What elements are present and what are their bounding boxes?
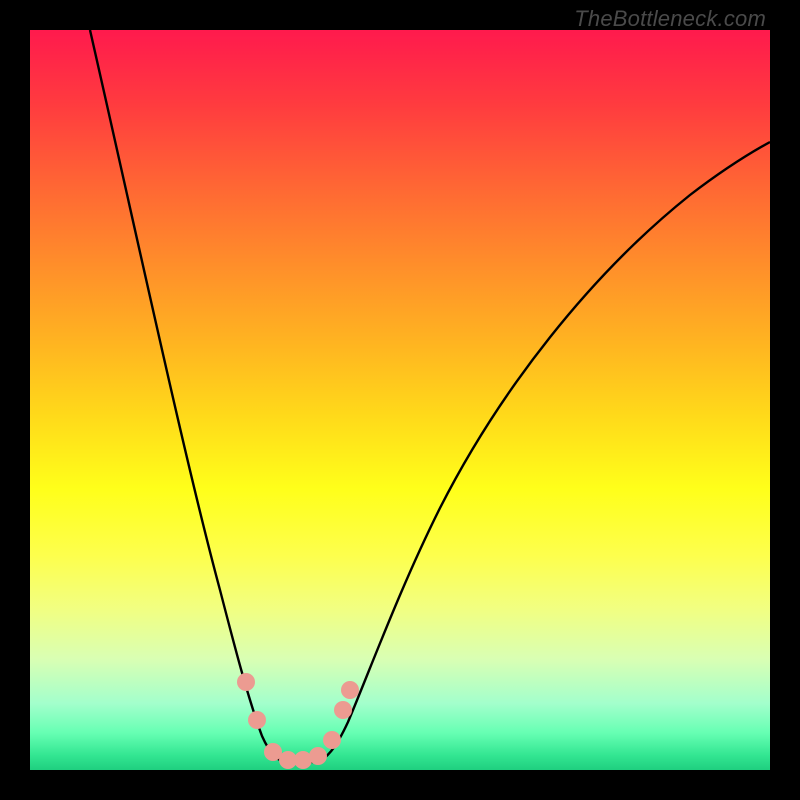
curve-right	[316, 142, 770, 762]
curve-left	[90, 30, 288, 762]
marker-dot	[334, 701, 352, 719]
curve-layer	[30, 30, 770, 770]
marker-dot	[248, 711, 266, 729]
plot-area	[30, 30, 770, 770]
marker-dot	[341, 681, 359, 699]
chart-frame: TheBottleneck.com	[0, 0, 800, 800]
marker-dot	[309, 747, 327, 765]
marker-dot	[237, 673, 255, 691]
marker-dot	[323, 731, 341, 749]
watermark-text: TheBottleneck.com	[574, 6, 766, 32]
